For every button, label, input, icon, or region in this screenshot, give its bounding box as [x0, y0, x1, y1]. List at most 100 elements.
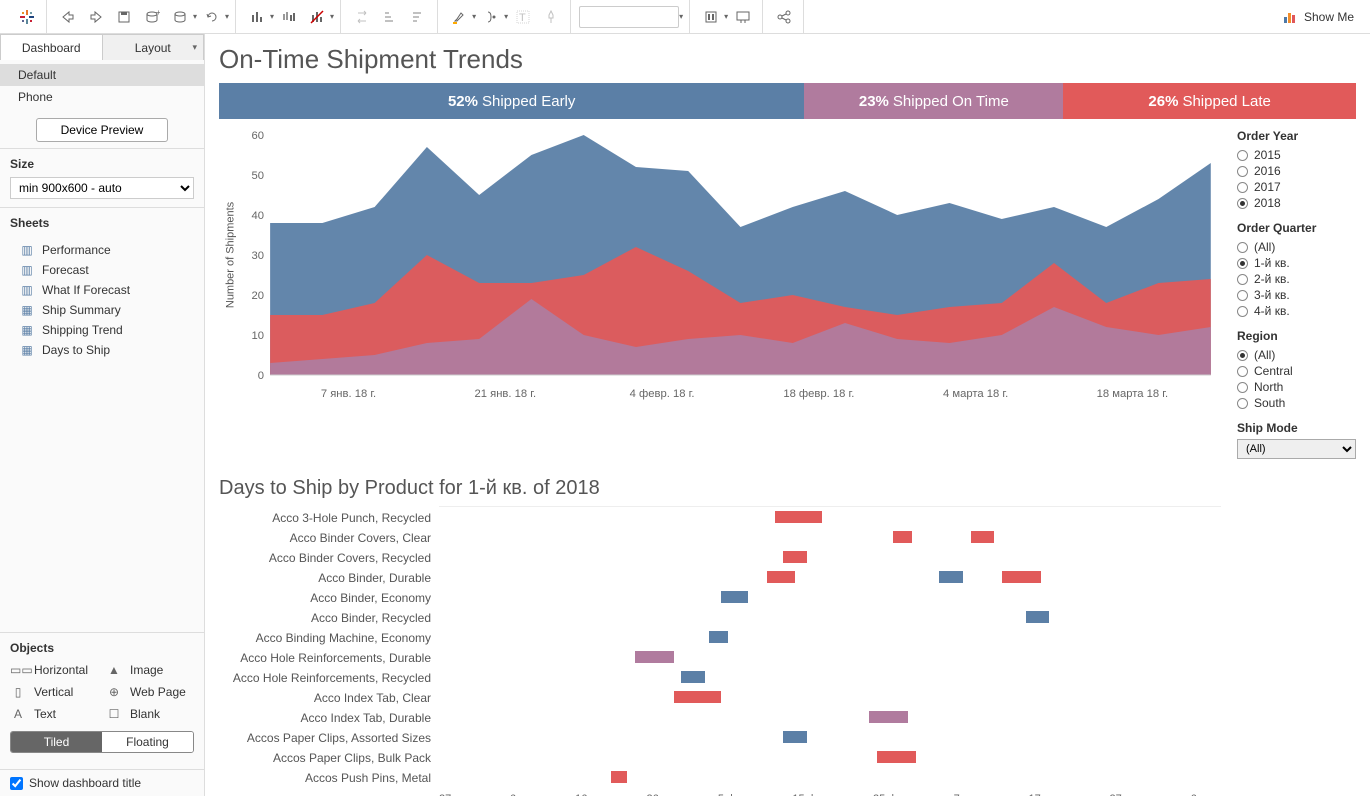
sheet-item[interactable]: ▥What If Forecast [10, 280, 194, 300]
clear-button[interactable] [304, 4, 330, 30]
pin-button[interactable] [538, 4, 564, 30]
refresh-button[interactable] [199, 4, 225, 30]
caret-icon[interactable]: ▾ [225, 12, 229, 21]
gantt-bar[interactable] [767, 571, 794, 583]
quarter-radio[interactable]: 1-й кв. [1237, 255, 1356, 271]
year-radio[interactable]: 2016 [1237, 163, 1356, 179]
gantt-bar[interactable] [635, 651, 674, 663]
sheet-item[interactable]: ▥Forecast [10, 260, 194, 280]
area-chart[interactable]: 01020304050607 янв. 18 г.21 янв. 18 г.4 … [219, 125, 1221, 405]
gantt-bar[interactable] [971, 531, 994, 543]
group-button[interactable] [478, 4, 504, 30]
gantt-bar[interactable] [709, 631, 729, 643]
gantt-bar[interactable] [1026, 611, 1049, 623]
redo-button[interactable] [83, 4, 109, 30]
year-radio[interactable]: 2017 [1237, 179, 1356, 195]
gantt-bar[interactable] [939, 571, 962, 583]
show-title-checkbox[interactable]: Show dashboard title [0, 769, 204, 796]
object-item[interactable]: ▲Image [106, 661, 194, 679]
gantt-bar[interactable] [783, 551, 806, 563]
undo-button[interactable] [55, 4, 81, 30]
gantt-bar[interactable] [1002, 571, 1041, 583]
object-item[interactable]: ▭▭Horizontal [10, 661, 98, 679]
caret-icon[interactable]: ▾ [679, 12, 683, 21]
year-radio[interactable]: 2018 [1237, 195, 1356, 211]
caret-icon[interactable]: ▾ [724, 12, 728, 21]
floating-button[interactable]: Floating [102, 732, 193, 752]
quarter-radio[interactable]: (All) [1237, 239, 1356, 255]
year-radio[interactable]: 2015 [1237, 147, 1356, 163]
gantt-row [439, 627, 1221, 647]
gantt-chart[interactable]: Acco 3-Hole Punch, RecycledAcco Binder C… [219, 506, 1221, 796]
size-select[interactable]: min 900x600 - auto [10, 177, 194, 199]
caret-icon[interactable]: ▾ [270, 12, 274, 21]
gantt-bar[interactable] [775, 511, 822, 523]
quarter-radio[interactable]: 4-й кв. [1237, 303, 1356, 319]
svg-text:10: 10 [251, 330, 263, 342]
fit-button[interactable] [698, 4, 724, 30]
tab-layout[interactable]: Layout▾ [102, 34, 205, 60]
gantt-product-label: Acco Binder, Economy [219, 588, 439, 608]
gantt-bar[interactable] [893, 531, 913, 543]
show-me-button[interactable]: Show Me [1274, 9, 1362, 25]
device-preview-button[interactable]: Device Preview [36, 118, 169, 142]
new-data-source-button[interactable]: + [139, 4, 165, 30]
pause-auto-updates-button[interactable] [167, 4, 193, 30]
save-button[interactable] [111, 4, 137, 30]
sheet-item[interactable]: ▦Shipping Trend [10, 320, 194, 340]
radio-icon [1237, 166, 1248, 177]
object-icon: ⊕ [106, 685, 122, 699]
region-radio[interactable]: South [1237, 395, 1356, 411]
device-default[interactable]: Default [0, 64, 204, 86]
gantt-bar[interactable] [681, 671, 704, 683]
svg-text:20: 20 [251, 290, 263, 302]
shipmode-select[interactable]: (All) [1237, 439, 1356, 459]
kpi-ontime[interactable]: 23%Shipped On Time [804, 83, 1063, 119]
presentation-button[interactable] [730, 4, 756, 30]
tiled-button[interactable]: Tiled [11, 732, 102, 752]
radio-icon [1237, 366, 1248, 377]
share-button[interactable] [771, 4, 797, 30]
gantt-bar[interactable] [877, 751, 916, 763]
new-worksheet-button[interactable] [244, 4, 270, 30]
swap-button[interactable] [349, 4, 375, 30]
quarter-radio[interactable]: 3-й кв. [1237, 287, 1356, 303]
search-input[interactable] [579, 6, 679, 28]
object-item[interactable]: ⊕Web Page [106, 683, 194, 701]
device-phone[interactable]: Phone [0, 86, 204, 108]
gantt-row [439, 647, 1221, 667]
object-item[interactable]: ▯Vertical [10, 683, 98, 701]
gantt-bar[interactable] [721, 591, 748, 603]
highlight-button[interactable] [446, 4, 472, 30]
caret-icon[interactable]: ▾ [193, 12, 197, 21]
caret-icon[interactable]: ▾ [330, 12, 334, 21]
gantt-bar[interactable] [611, 771, 627, 783]
gantt-bar[interactable] [674, 691, 721, 703]
sheet-item[interactable]: ▦Days to Ship [10, 340, 194, 360]
gantt-product-label: Acco Index Tab, Durable [219, 708, 439, 728]
kpi-late[interactable]: 26%Shipped Late [1063, 83, 1356, 119]
region-radio[interactable]: (All) [1237, 347, 1356, 363]
sheet-icon: ▥ [20, 283, 34, 297]
filter-year-title: Order Year [1237, 129, 1356, 143]
caret-icon[interactable]: ▾ [504, 12, 508, 21]
region-radio[interactable]: Central [1237, 363, 1356, 379]
tab-dashboard[interactable]: Dashboard [0, 34, 102, 60]
object-item[interactable]: ☐Blank [106, 705, 194, 723]
sort-asc-button[interactable] [377, 4, 403, 30]
sheet-item[interactable]: ▥Performance [10, 240, 194, 260]
sort-desc-button[interactable] [405, 4, 431, 30]
svg-text:30: 30 [251, 250, 263, 262]
gantt-bar[interactable] [869, 711, 908, 723]
region-radio[interactable]: North [1237, 379, 1356, 395]
quarter-radio[interactable]: 2-й кв. [1237, 271, 1356, 287]
duplicate-button[interactable] [276, 4, 302, 30]
radio-icon [1237, 306, 1248, 317]
tableau-logo[interactable] [14, 4, 40, 30]
text-label-button[interactable]: T [510, 4, 536, 30]
caret-icon[interactable]: ▾ [472, 12, 476, 21]
sheet-item[interactable]: ▦Ship Summary [10, 300, 194, 320]
gantt-bar[interactable] [783, 731, 806, 743]
kpi-early[interactable]: 52%Shipped Early [219, 83, 804, 119]
object-item[interactable]: AText [10, 705, 98, 723]
